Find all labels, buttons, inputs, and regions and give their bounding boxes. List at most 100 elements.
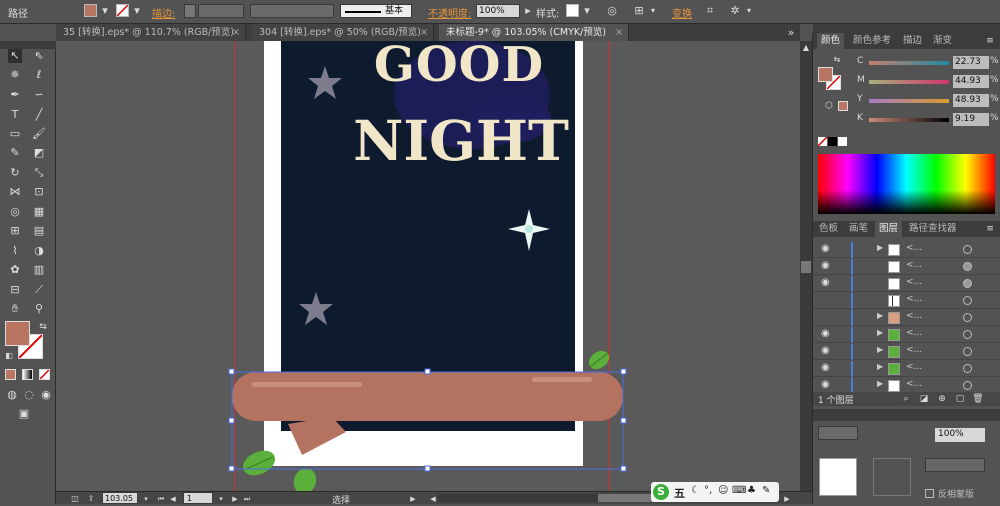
- visibility-eye-icon[interactable]: ◉: [821, 260, 830, 271]
- tools-grip[interactable]: [0, 41, 56, 49]
- channel-value[interactable]: 48.93: [953, 94, 989, 107]
- opacity-label[interactable]: 不透明度:: [428, 5, 471, 20]
- brush-definition-dropdown[interactable]: 基本: [340, 4, 412, 18]
- mesh-tool-icon[interactable]: ⊞: [8, 224, 22, 238]
- tabs-overflow-icon[interactable]: »: [784, 26, 798, 40]
- width-tool-icon[interactable]: ⋈: [8, 185, 22, 199]
- layer-row[interactable]: ◉ <...: [813, 259, 1000, 275]
- ime-skin-icon[interactable]: ♣: [747, 485, 756, 496]
- eyedropper-tool-icon[interactable]: ⌇: [8, 244, 22, 258]
- symbol-sprayer-tool-icon[interactable]: ✿: [8, 263, 22, 277]
- arrange-dropdown-icon[interactable]: ▾: [742, 4, 756, 18]
- new-sublayer-icon[interactable]: ⊕: [935, 392, 949, 406]
- transform-link[interactable]: 变换: [672, 5, 692, 20]
- channel-value[interactable]: 22.73: [953, 56, 989, 69]
- blend-tool-icon[interactable]: ◑: [32, 244, 46, 258]
- target-circle-icon[interactable]: [963, 330, 972, 339]
- visibility-eye-icon[interactable]: ◉: [821, 243, 830, 254]
- layer-row[interactable]: ◉ ▶ <...: [813, 327, 1000, 343]
- make-mask-button[interactable]: [925, 458, 985, 472]
- graphic-style-swatch[interactable]: [566, 4, 579, 17]
- white-swatch[interactable]: [838, 137, 847, 146]
- swap-icon[interactable]: ⇆: [830, 53, 844, 67]
- default-colors-icon[interactable]: ◧: [2, 349, 16, 363]
- expand-arrow-icon[interactable]: ▶: [877, 345, 883, 354]
- magic-wand-tool-icon[interactable]: ✵: [8, 68, 22, 82]
- stroke-weight-label[interactable]: 描边:: [152, 5, 175, 20]
- curvature-tool-icon[interactable]: ∽: [32, 88, 46, 102]
- stroke-weight-field[interactable]: [184, 4, 196, 18]
- out-of-gamut-icon[interactable]: ⬡: [822, 99, 836, 113]
- visibility-eye-icon[interactable]: ◉: [821, 277, 830, 288]
- black-slider[interactable]: K 9.19 %: [857, 113, 999, 127]
- target-circle-icon[interactable]: [963, 313, 972, 322]
- paintbrush-tool-icon[interactable]: 🖌︎: [32, 127, 46, 141]
- ime-logo-icon[interactable]: S: [653, 484, 669, 500]
- align-dropdown-icon[interactable]: ▾: [646, 4, 660, 18]
- expand-arrow-icon[interactable]: ▶: [877, 362, 883, 371]
- document-canvas[interactable]: GOOD NIGHT: [56, 41, 800, 491]
- fill-swatch[interactable]: [84, 4, 97, 17]
- locate-object-icon[interactable]: ⌕: [899, 392, 913, 406]
- layer-row[interactable]: ◉ ▶ <...: [813, 361, 1000, 377]
- mask-thumbnail[interactable]: [873, 458, 911, 496]
- zoom-tool-icon[interactable]: ⚲: [32, 302, 46, 316]
- doc-tab-1[interactable]: 35 [转换].eps* @ 110.7% (RGB/预览) ×: [56, 24, 246, 41]
- swap-fill-stroke-icon[interactable]: ⇆: [36, 320, 50, 334]
- panel-menu-icon[interactable]: ≡: [983, 222, 997, 236]
- new-layer-icon[interactable]: ▢: [953, 392, 967, 406]
- transparency-opacity-field[interactable]: 100%: [935, 428, 985, 442]
- target-circle-icon[interactable]: [963, 279, 972, 288]
- scroll-up-icon[interactable]: ▲: [800, 41, 812, 55]
- channel-value[interactable]: 9.19: [953, 113, 989, 126]
- close-icon[interactable]: ×: [420, 24, 428, 41]
- free-transform-tool-icon[interactable]: ⊡: [32, 185, 46, 199]
- page-field[interactable]: 1: [183, 492, 213, 504]
- target-circle-icon[interactable]: [963, 245, 972, 254]
- draw-behind-icon[interactable]: ◌: [22, 388, 36, 402]
- direct-selection-tool-icon[interactable]: ⇖: [32, 49, 46, 63]
- isolate-icon[interactable]: ⌗: [703, 4, 717, 18]
- panel-dock-header[interactable]: [813, 24, 1000, 33]
- layer-row[interactable]: ◉ <...: [813, 276, 1000, 292]
- ime-punct-icon[interactable]: °,: [704, 485, 712, 496]
- align-options-icon[interactable]: ⊞: [632, 4, 646, 18]
- close-icon[interactable]: ×: [232, 24, 240, 41]
- expand-arrow-icon[interactable]: ▶: [877, 243, 883, 252]
- variable-width-profile[interactable]: [250, 4, 334, 18]
- expand-arrow-icon[interactable]: ▶: [877, 328, 883, 337]
- ime-mode-label[interactable]: 五: [674, 485, 685, 501]
- visibility-eye-icon[interactable]: ◉: [821, 362, 830, 373]
- visibility-eye-icon[interactable]: ◉: [821, 345, 830, 356]
- layer-row[interactable]: ▶ <...: [813, 310, 1000, 326]
- tab-color[interactable]: 颜色: [817, 33, 845, 49]
- layer-row[interactable]: ◉ ▶ <...: [813, 242, 1000, 258]
- eraser-tool-icon[interactable]: ◩: [32, 146, 46, 160]
- target-circle-icon[interactable]: [963, 364, 972, 373]
- lasso-tool-icon[interactable]: ℓ: [32, 68, 46, 82]
- cyan-slider[interactable]: C 22.73 %: [857, 56, 999, 70]
- shape-builder-tool-icon[interactable]: ◎: [8, 205, 22, 219]
- pencil-tool-icon[interactable]: ✎: [8, 146, 22, 160]
- expand-arrow-icon[interactable]: ▶: [877, 379, 883, 388]
- draw-inside-icon[interactable]: ◉: [39, 388, 53, 402]
- magenta-slider[interactable]: M 44.93 %: [857, 75, 999, 89]
- tab-swatches[interactable]: 色板: [815, 221, 842, 237]
- gradient-tool-icon[interactable]: ▤: [32, 224, 46, 238]
- stroke-weight-dropdown[interactable]: [198, 4, 244, 18]
- scale-tool-icon[interactable]: ⤡: [32, 166, 46, 180]
- rotate-tool-icon[interactable]: ↻: [8, 166, 22, 180]
- invert-mask-checkbox[interactable]: [925, 489, 934, 498]
- arrange-icon[interactable]: ✲: [728, 4, 742, 18]
- stroke-dropdown-icon[interactable]: ▾: [130, 4, 144, 18]
- zoom-field[interactable]: 103.05: [102, 492, 138, 504]
- layer-row[interactable]: <...: [813, 293, 1000, 309]
- fill-dropdown-icon[interactable]: ▾: [98, 4, 112, 18]
- vertical-scrollbar[interactable]: ▲: [800, 41, 812, 491]
- ime-emoji-icon[interactable]: ☺: [718, 485, 728, 496]
- fill-color-box[interactable]: [5, 321, 30, 346]
- tab-stroke[interactable]: 描边: [899, 33, 926, 49]
- gamut-swatch[interactable]: [838, 101, 848, 111]
- scroll-thumb[interactable]: [801, 261, 811, 273]
- none-swatch[interactable]: [818, 137, 827, 146]
